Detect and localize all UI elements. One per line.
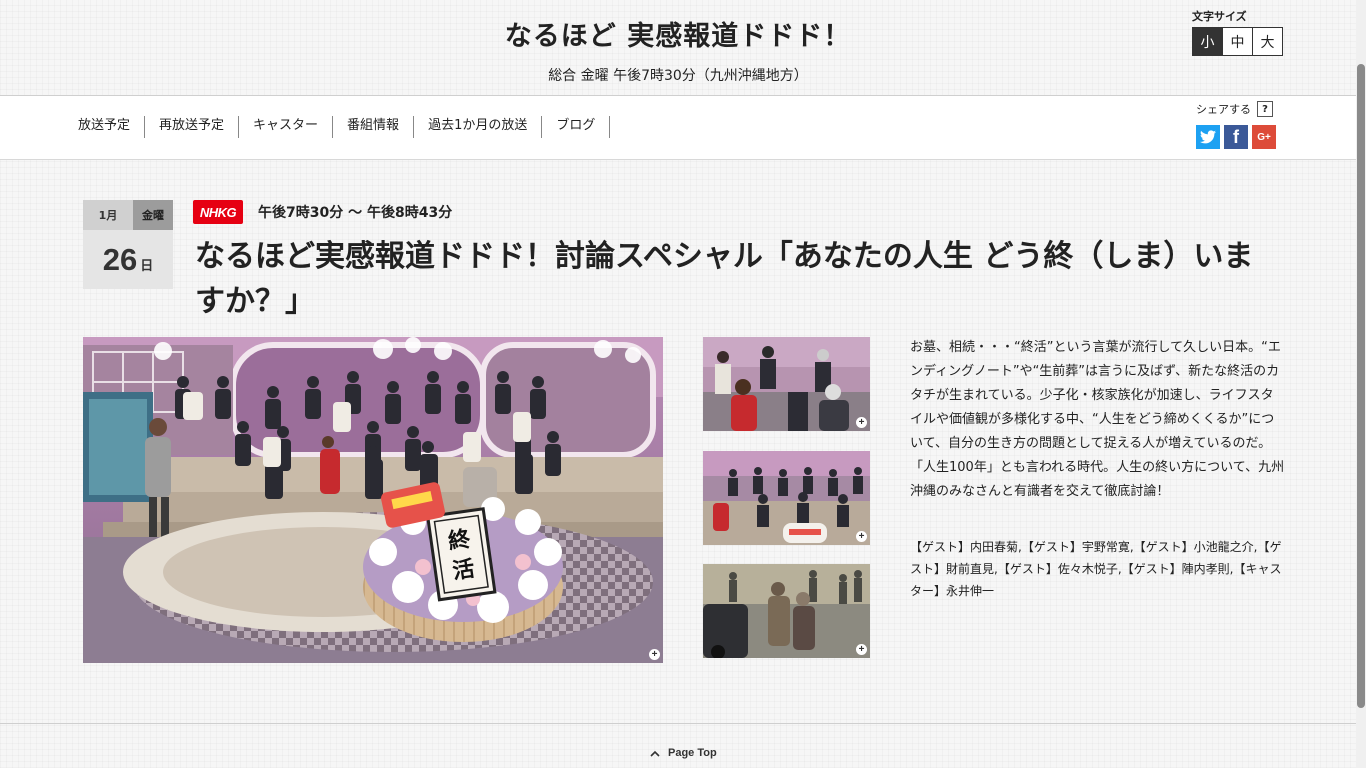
share-label-row: シェアする ? xyxy=(1196,101,1280,117)
nav-item-blog[interactable]: ブログ xyxy=(542,116,611,138)
guest-list: 【ゲスト】内田春菊,【ゲスト】宇野常寛,【ゲスト】小池龍之介,【ゲスト】財前直見… xyxy=(910,540,1282,598)
share-label: シェアする xyxy=(1196,103,1251,116)
nav-item-casters[interactable]: キャスター xyxy=(239,116,334,138)
zoom-icon[interactable]: + xyxy=(856,531,867,542)
footer-divider xyxy=(0,723,1356,724)
nhk-channel-logo: NHKG xyxy=(193,200,243,224)
chevron-up-icon xyxy=(650,750,660,757)
nav-item-rebroadcast[interactable]: 再放送予定 xyxy=(145,116,240,138)
page-top-link[interactable]: Page Top xyxy=(650,747,717,759)
thumbnail-3[interactable]: + xyxy=(703,564,870,658)
twitter-icon[interactable] xyxy=(1196,125,1220,149)
thumbnail-1[interactable]: + xyxy=(703,337,870,431)
thumbnail-3-image xyxy=(703,564,870,658)
episode-title: なるほど実感報道ドドド！討論スペシャル「あなたの人生 どう終（しま）いますか？」 xyxy=(195,239,1254,319)
font-size-buttons: 小 中 大 xyxy=(1192,27,1283,56)
thumbnail-2[interactable]: + xyxy=(703,451,870,545)
share-help-button[interactable]: ? xyxy=(1257,101,1273,117)
scrollbar-thumb[interactable] xyxy=(1357,64,1365,708)
air-month: 1月 xyxy=(83,200,133,230)
air-day-unit: 日 xyxy=(140,259,154,274)
main-photo-studio[interactable]: 終活 + xyxy=(83,337,663,663)
font-size-medium-button[interactable]: 中 xyxy=(1223,28,1253,55)
broadcast-schedule: 総合 金曜 午後7時30分（九州沖縄地方） xyxy=(548,68,808,84)
site-header: なるほど 実感報道ドドド！ 総合 金曜 午後7時30分（九州沖縄地方） 文字サイ… xyxy=(0,0,1356,96)
share-icons: f G+ xyxy=(1196,125,1280,149)
zoom-icon[interactable]: + xyxy=(856,417,867,428)
google-plus-icon[interactable]: G+ xyxy=(1252,125,1276,149)
global-nav: 放送予定 再放送予定 キャスター 番組情報 過去1か月の放送 ブログ シェアする… xyxy=(0,96,1356,160)
facebook-icon[interactable]: f xyxy=(1224,125,1248,149)
air-date-badge: 1月 金曜 26 日 xyxy=(83,200,173,289)
font-size-label: 文字サイズ xyxy=(1192,10,1247,23)
air-time: 午後7時30分 〜 午後8時43分 xyxy=(258,205,453,221)
nav-list: 放送予定 再放送予定 キャスター 番組情報 過去1か月の放送 ブログ xyxy=(78,116,611,138)
air-weekday: 金曜 xyxy=(133,200,173,230)
thumbnail-1-image xyxy=(703,337,870,431)
nav-item-past-month[interactable]: 過去1か月の放送 xyxy=(414,116,543,138)
air-day: 26 xyxy=(102,241,138,277)
font-size-small-button[interactable]: 小 xyxy=(1193,28,1223,55)
nav-item-schedule[interactable]: 放送予定 xyxy=(78,116,146,138)
episode-description: お墓、相続・・・“終活”という言葉が流行して久しい日本。“エンディングノート”や… xyxy=(910,340,1285,499)
zoom-icon[interactable]: + xyxy=(856,644,867,655)
thumbnail-2-image xyxy=(703,451,870,545)
date-top-row: 1月 金曜 xyxy=(83,200,173,230)
vertical-scrollbar[interactable] xyxy=(1356,0,1366,768)
zoom-icon[interactable]: + xyxy=(649,649,660,660)
site-title[interactable]: なるほど 実感報道ドドド！ xyxy=(0,14,1356,53)
page-top-label: Page Top xyxy=(668,747,717,759)
font-size-large-button[interactable]: 大 xyxy=(1253,28,1282,55)
nav-item-program-info[interactable]: 番組情報 xyxy=(333,116,415,138)
share-panel: シェアする ? f G+ xyxy=(1196,101,1280,149)
font-size-control: 文字サイズ 小 中 大 xyxy=(1192,8,1283,56)
date-day-row: 26 日 xyxy=(83,230,173,289)
studio-illustration: 終活 xyxy=(83,337,663,663)
